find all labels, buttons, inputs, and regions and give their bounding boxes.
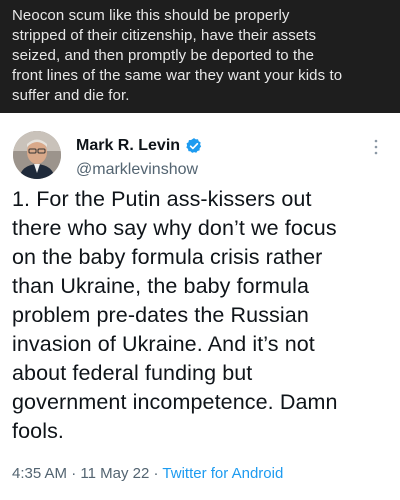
top-comment-text: Neocon scum like this should be properly…	[12, 6, 392, 106]
top-comment: Neocon scum like this should be properly…	[0, 0, 400, 113]
tweet-date[interactable]: 11 May 22	[80, 465, 149, 482]
tweet-text-line: problem pre-dates the Russian	[12, 303, 309, 327]
tweet-card: Mark R. Levin @marklevinshow 1. For the …	[0, 113, 400, 500]
meta-separator: ·	[71, 465, 77, 482]
tweet-source-link[interactable]: Twitter for Android	[162, 465, 283, 482]
avatar[interactable]	[13, 131, 61, 179]
tweet-text-line: than Ukraine, the baby formula	[12, 274, 309, 298]
top-comment-line: suffer and die for.	[12, 87, 130, 104]
tweet-text-line: there who say why don’t we focus	[12, 216, 337, 240]
top-comment-line: stripped of their citizenship, have thei…	[12, 27, 317, 44]
tweet-text-line: fools.	[12, 419, 64, 443]
avatar-image	[13, 131, 61, 179]
tweet-meta: 4:35 AM · 11 May 22 · Twitter for Androi…	[12, 465, 283, 482]
more-vertical-icon[interactable]	[371, 137, 381, 157]
tweet-time[interactable]: 4:35 AM	[12, 465, 67, 482]
tweet-text-line: on the baby formula crisis rather	[12, 245, 323, 269]
tweet-text-line: government incompetence. Damn	[12, 390, 338, 414]
top-comment-line: front lines of the same war they want yo…	[12, 67, 343, 84]
meta-separator: ·	[153, 465, 159, 482]
top-comment-line: Neocon scum like this should be properly	[12, 7, 290, 24]
verified-badge-icon	[185, 137, 203, 155]
author-name[interactable]: Mark R. Levin	[76, 137, 180, 155]
tweet-text: 1. For the Putin ass-kissers out there w…	[12, 185, 398, 446]
tweet-text-line: 1. For the Putin ass-kissers out	[12, 187, 312, 211]
author-handle[interactable]: @marklevinshow	[76, 161, 198, 179]
tweet-text-line: invasion of Ukraine. And it’s not	[12, 332, 315, 356]
author-name-row[interactable]: Mark R. Levin	[76, 135, 203, 157]
tweet-text-line: about federal funding but	[12, 361, 253, 385]
top-comment-line: seized, and then promptly be deported to…	[12, 47, 315, 64]
